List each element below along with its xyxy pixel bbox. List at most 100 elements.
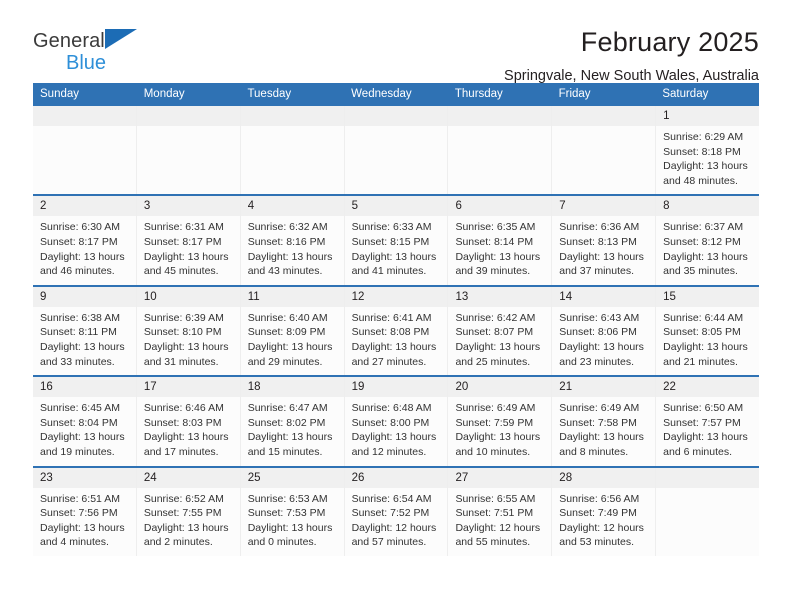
sunrise-text: Sunrise: 6:55 AM <box>455 492 536 505</box>
sunrise-text: Sunrise: 6:38 AM <box>40 311 120 324</box>
sunset-text: Sunset: 8:10 PM <box>143 326 222 339</box>
day-cell[interactable]: 1 Sunrise: 6:29 AM Sunset: 8:18 PM Daylight… <box>656 106 760 195</box>
day-cell[interactable]: 21 Sunrise: 6:49 AM Sunset: 7:58 PM Dayligh… <box>552 377 657 466</box>
day-number <box>136 106 240 126</box>
day-number: 18 <box>240 377 344 398</box>
daylight-text: Daylight: 13 hours and 33 minutes. <box>40 340 125 368</box>
generalblue-logo[interactable]: General Blue <box>33 26 213 74</box>
weekday-header-row: Sunday Monday Tuesday Wednesday Thursday Frid… <box>33 83 759 106</box>
daylight-text: Daylight: 13 hours and 8 minutes. <box>559 431 644 458</box>
day-number: 27 <box>448 467 552 488</box>
daylight-text: Daylight: 13 hours and 12 minutes. <box>351 431 437 458</box>
day-sun-info: Sunrise: 6:39 AM Sunset: 8:10 PM Daylight:… <box>137 307 240 375</box>
day-number <box>448 106 552 126</box>
day-sun-info: Sunrise: 6:38 AM Sunset: 8:11 PM Daylight:… <box>33 307 136 375</box>
day-cell[interactable]: 12 Sunrise: 6:41 AM Sunset: 8:08 PM Dayligh… <box>344 286 449 376</box>
sunrise-text: Sunrise: 6:36 AM <box>559 221 640 234</box>
sunset-text: Sunset: 8:15 PM <box>351 235 430 248</box>
day-cell[interactable]: 18 Sunrise: 6:47 AM Sunset: 8:02 PM Dayligh… <box>240 377 345 466</box>
sunrise-text: Sunrise: 6:30 AM <box>40 221 120 234</box>
weekday-header-thursday: Thursday <box>454 88 503 100</box>
sunrise-text: Sunrise: 6:53 AM <box>247 492 328 505</box>
weekday-header-friday: Friday <box>558 88 591 100</box>
daylight-text: Daylight: 12 hours and 55 minutes. <box>455 521 541 549</box>
day-sun-info: Sunrise: 6:49 AM Sunset: 7:59 PM Daylight:… <box>448 397 551 465</box>
day-number: 23 <box>33 467 136 488</box>
day-sun-info: Sunrise: 6:47 AM Sunset: 8:02 PM Daylight:… <box>241 397 344 465</box>
sunrise-text: Sunrise: 6:32 AM <box>247 221 328 234</box>
day-sun-info: Sunrise: 6:46 AM Sunset: 8:03 PM Daylight:… <box>137 397 240 465</box>
page-title: February 2025 <box>580 27 759 57</box>
calendar-week-row: 2 Sunrise: 6:30 AM Sunset: 8:17 PM Daylight… <box>33 196 760 287</box>
daylight-text: Daylight: 13 hours and 48 minutes. <box>663 160 748 187</box>
sunset-text: Sunset: 8:12 PM <box>663 235 741 248</box>
day-cell[interactable]: 5 Sunrise: 6:33 AM Sunset: 8:15 PM Daylight… <box>344 196 449 285</box>
sunset-text: Sunset: 8:17 PM <box>143 235 222 248</box>
logo-triangle-icon <box>105 29 137 49</box>
day-cell[interactable]: 8 Sunrise: 6:37 AM Sunset: 8:12 PM Daylight… <box>656 196 760 285</box>
day-sun-info: Sunrise: 6:29 AM Sunset: 8:18 PM Daylight:… <box>656 126 759 194</box>
day-cell-empty <box>656 467 760 556</box>
day-cell[interactable]: 7 Sunrise: 6:36 AM Sunset: 8:13 PM Daylight… <box>552 196 657 285</box>
day-sun-info: Sunrise: 6:44 AM Sunset: 8:05 PM Daylight:… <box>656 307 759 375</box>
day-cell[interactable]: 6 Sunrise: 6:35 AM Sunset: 8:14 PM Daylight… <box>448 196 553 285</box>
daylight-text: Daylight: 13 hours and 15 minutes. <box>247 431 333 458</box>
day-cell[interactable]: 10 Sunrise: 6:39 AM Sunset: 8:10 PM Dayligh… <box>136 286 241 376</box>
day-cell[interactable]: 17 Sunrise: 6:46 AM Sunset: 8:03 PM Dayligh… <box>136 377 241 466</box>
day-cell[interactable]: 9 Sunrise: 6:38 AM Sunset: 8:11 PM Daylight… <box>33 286 137 376</box>
day-cell[interactable]: 28 Sunrise: 6:56 AM Sunset: 7:49 PM Dayligh… <box>552 467 657 556</box>
day-cell[interactable]: 4 Sunrise: 6:32 AM Sunset: 8:16 PM Daylight… <box>240 196 345 285</box>
day-cell[interactable]: 16 Sunrise: 6:45 AM Sunset: 8:04 PM Dayligh… <box>33 377 137 466</box>
day-cell[interactable]: 25 Sunrise: 6:53 AM Sunset: 7:53 PM Dayligh… <box>240 467 345 556</box>
day-number: 26 <box>344 467 448 488</box>
daylight-text: Daylight: 13 hours and 19 minutes. <box>40 431 125 458</box>
day-cell[interactable]: 13 Sunrise: 6:42 AM Sunset: 8:07 PM Dayligh… <box>448 286 553 376</box>
sunset-text: Sunset: 8:07 PM <box>455 326 534 339</box>
day-sun-info <box>656 488 759 498</box>
day-cell[interactable]: 27 Sunrise: 6:55 AM Sunset: 7:51 PM Dayligh… <box>448 467 553 556</box>
day-cell[interactable]: 3 Sunrise: 6:31 AM Sunset: 8:17 PM Daylight… <box>136 196 241 285</box>
daylight-text: Daylight: 13 hours and 45 minutes. <box>143 250 229 278</box>
day-number <box>344 106 448 126</box>
sunset-text: Sunset: 8:18 PM <box>663 145 741 158</box>
sunrise-text: Sunrise: 6:33 AM <box>351 221 432 234</box>
calendar-week-row: 1 Sunrise: 6:29 AM Sunset: 8:18 PM Daylight… <box>33 106 760 197</box>
weekday-header-monday: Monday <box>143 88 185 100</box>
day-cell-empty <box>448 106 553 195</box>
day-cell[interactable]: 19 Sunrise: 6:48 AM Sunset: 8:00 PM Dayligh… <box>344 377 449 466</box>
sunset-text: Sunset: 8:14 PM <box>455 235 534 248</box>
calendar-week-row: 9 Sunrise: 6:38 AM Sunset: 8:11 PM Daylight… <box>33 286 760 378</box>
day-sun-info: Sunrise: 6:42 AM Sunset: 8:07 PM Daylight:… <box>448 307 551 375</box>
day-sun-info: Sunrise: 6:56 AM Sunset: 7:49 PM Daylight:… <box>552 488 655 556</box>
sunset-text: Sunset: 7:53 PM <box>247 507 326 520</box>
day-cell[interactable]: 26 Sunrise: 6:54 AM Sunset: 7:52 PM Dayligh… <box>344 467 449 556</box>
day-number: 4 <box>240 196 344 217</box>
day-sun-info: Sunrise: 6:50 AM Sunset: 7:57 PM Daylight:… <box>656 397 759 465</box>
day-number: 22 <box>656 377 760 398</box>
daylight-text: Daylight: 12 hours and 53 minutes. <box>559 521 644 549</box>
sunrise-text: Sunrise: 6:42 AM <box>455 311 536 324</box>
day-sun-info: Sunrise: 6:53 AM Sunset: 7:53 PM Daylight:… <box>241 488 344 556</box>
day-sun-info: Sunrise: 6:55 AM Sunset: 7:51 PM Daylight:… <box>448 488 551 556</box>
sunset-text: Sunset: 7:58 PM <box>559 416 637 429</box>
day-cell[interactable]: 2 Sunrise: 6:30 AM Sunset: 8:17 PM Daylight… <box>33 196 137 285</box>
day-cell[interactable]: 24 Sunrise: 6:52 AM Sunset: 7:55 PM Dayligh… <box>136 467 241 556</box>
day-cell[interactable]: 15 Sunrise: 6:44 AM Sunset: 8:05 PM Dayligh… <box>656 286 760 376</box>
day-cell[interactable]: 23 Sunrise: 6:51 AM Sunset: 7:56 PM Dayligh… <box>33 467 137 556</box>
day-number: 15 <box>656 286 760 307</box>
sunset-text: Sunset: 8:06 PM <box>559 326 637 339</box>
day-cell[interactable]: 22 Sunrise: 6:50 AM Sunset: 7:57 PM Dayligh… <box>656 377 760 466</box>
day-cell[interactable]: 11 Sunrise: 6:40 AM Sunset: 8:09 PM Dayligh… <box>240 286 345 376</box>
sunrise-text: Sunrise: 6:39 AM <box>143 311 224 324</box>
day-number <box>552 106 656 126</box>
day-number: 14 <box>552 286 656 307</box>
sunset-text: Sunset: 7:51 PM <box>455 507 534 520</box>
day-cell[interactable]: 14 Sunrise: 6:43 AM Sunset: 8:06 PM Dayligh… <box>552 286 657 376</box>
sunrise-text: Sunrise: 6:44 AM <box>663 311 744 324</box>
day-sun-info: Sunrise: 6:33 AM Sunset: 8:15 PM Daylight:… <box>345 216 448 284</box>
day-cell[interactable]: 20 Sunrise: 6:49 AM Sunset: 7:59 PM Dayligh… <box>448 377 553 466</box>
day-number: 1 <box>656 106 760 126</box>
daylight-text: Daylight: 13 hours and 21 minutes. <box>663 340 748 368</box>
sunset-text: Sunset: 7:52 PM <box>351 507 430 520</box>
day-number: 21 <box>552 377 656 398</box>
